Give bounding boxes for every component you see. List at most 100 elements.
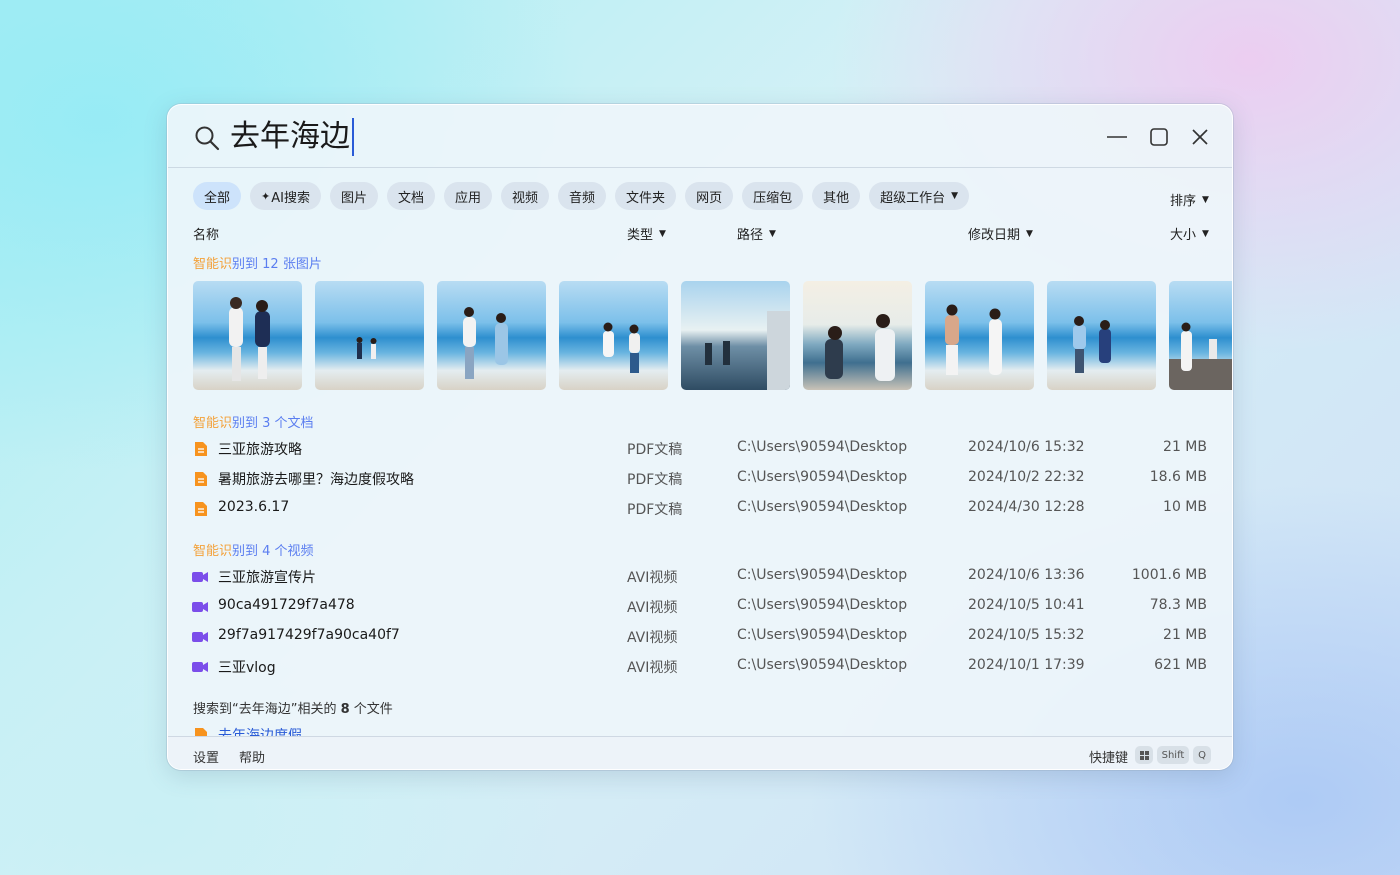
documents-section-title: 智能识别到 3 个文档 [193, 416, 314, 431]
file-name: 三亚旅游攻略 [218, 442, 302, 458]
file-path: C:\Users\90594\Desktop [737, 469, 908, 485]
minimize-icon [1107, 136, 1127, 138]
text-caret [352, 118, 354, 156]
settings-link[interactable]: 设置 [193, 747, 219, 766]
minimize-button[interactable] [1103, 123, 1131, 151]
images-section-title: 智能识别到 12 张图片 [193, 257, 322, 272]
document-icon [195, 472, 207, 486]
file-size: 21 MB [1163, 439, 1207, 455]
sort-dropdown[interactable]: 排序 ▼ [1170, 190, 1209, 209]
file-type: PDF文稿 [627, 502, 683, 518]
search-window: 去年海边 全部 ✦ AI搜索 图片 文档 应用 视频 音频 文件夹 网页 压缩包 … [167, 104, 1233, 770]
image-thumbnail[interactable] [559, 281, 668, 390]
document-row[interactable]: 三亚旅游攻略 PDF文稿 C:\Users\90594\Desktop 2024… [168, 434, 1232, 464]
caret-down-icon: ▼ [1026, 228, 1033, 239]
file-name: 2023.6.17 [218, 499, 290, 515]
column-size[interactable]: 大小 ▼ [1170, 224, 1209, 243]
column-path[interactable]: 路径 ▼ [737, 224, 776, 243]
file-name: 三亚旅游宣传片 [218, 570, 316, 586]
video-row[interactable]: 29f7a917429f7a90ca40f7 AVI视频 C:\Users\90… [168, 622, 1232, 652]
filter-images[interactable]: 图片 [329, 182, 378, 210]
file-name: 三亚vlog [218, 660, 276, 676]
column-date[interactable]: 修改日期 ▼ [968, 224, 1033, 243]
filter-archives[interactable]: 压缩包 [742, 182, 804, 210]
caret-down-icon: ▼ [659, 228, 666, 239]
filter-apps[interactable]: 应用 [444, 182, 493, 210]
document-icon [195, 728, 207, 736]
document-row[interactable]: 2023.6.17 PDF文稿 C:\Users\90594\Desktop 2… [168, 494, 1232, 524]
image-thumbnail[interactable] [1047, 281, 1156, 390]
document-row[interactable]: 暑期旅游去哪里？海边度假攻略 PDF文稿 C:\Users\90594\Desk… [168, 464, 1232, 494]
filter-super-workbench[interactable]: 超级工作台 ▼ [869, 182, 970, 210]
filter-videos[interactable]: 视频 [501, 182, 550, 210]
image-thumbnails [193, 281, 1232, 391]
file-path: C:\Users\90594\Desktop [737, 567, 908, 583]
file-name: 29f7a917429f7a90ca40f7 [218, 627, 400, 643]
maximize-icon [1150, 128, 1168, 146]
image-thumbnail[interactable] [925, 281, 1034, 390]
document-icon [195, 442, 207, 456]
image-thumbnail[interactable] [315, 281, 424, 390]
image-thumbnail[interactable] [437, 281, 546, 390]
file-size: 1001.6 MB [1131, 567, 1207, 583]
caret-down-icon: ▼ [1202, 228, 1209, 239]
filter-bar: 全部 ✦ AI搜索 图片 文档 应用 视频 音频 文件夹 网页 压缩包 其他 超级… [193, 182, 970, 210]
document-icon [195, 502, 207, 516]
file-size: 18.6 MB [1149, 469, 1207, 485]
file-date: 2024/4/30 12:28 [968, 499, 1085, 515]
file-path: C:\Users\90594\Desktop [737, 627, 908, 643]
column-type[interactable]: 类型 ▼ [627, 224, 666, 243]
filter-all[interactable]: 全部 [193, 182, 242, 210]
maximize-button[interactable] [1145, 123, 1173, 151]
video-row[interactable]: 三亚vlog AVI视频 C:\Users\90594\Desktop 2024… [168, 652, 1232, 682]
search-input[interactable]: 去年海边 [230, 117, 354, 157]
video-row[interactable]: 90ca491729f7a478 AVI视频 C:\Users\90594\De… [168, 592, 1232, 622]
video-icon [192, 572, 208, 582]
filter-folders[interactable]: 文件夹 [615, 182, 677, 210]
file-type: AVI视频 [627, 600, 678, 616]
video-icon [192, 662, 208, 672]
related-files-title: 搜索到“去年海边”相关的 8 个文件 [193, 702, 393, 717]
filter-documents[interactable]: 文档 [386, 182, 435, 210]
file-type: PDF文稿 [627, 442, 683, 458]
file-date: 2024/10/2 22:32 [968, 469, 1085, 485]
q-key: Q [1193, 746, 1211, 764]
column-name[interactable]: 名称 [193, 224, 219, 243]
file-date: 2024/10/5 10:41 [968, 597, 1085, 613]
image-thumbnail[interactable] [193, 281, 302, 390]
windows-key-icon [1135, 746, 1153, 764]
file-path: C:\Users\90594\Desktop [737, 499, 908, 515]
filter-ai-search[interactable]: ✦ AI搜索 [250, 182, 321, 210]
file-date: 2024/10/5 15:32 [968, 627, 1085, 643]
help-link[interactable]: 帮助 [239, 747, 265, 766]
related-file-row[interactable]: 去年海边度假 [168, 720, 1232, 736]
file-date: 2024/10/6 13:36 [968, 567, 1085, 583]
close-icon [1192, 129, 1208, 145]
filter-web[interactable]: 网页 [685, 182, 734, 210]
footer-bar: 设置 帮助 快捷键 Shift Q [168, 736, 1232, 769]
file-name: 90ca491729f7a478 [218, 597, 355, 613]
file-size: 78.3 MB [1149, 597, 1207, 613]
filter-audio[interactable]: 音频 [558, 182, 607, 210]
file-type: AVI视频 [627, 660, 678, 676]
search-query: 去年海边 [230, 119, 350, 154]
video-icon [192, 602, 208, 612]
file-name: 暑期旅游去哪里？海边度假攻略 [218, 472, 414, 488]
file-name: 去年海边度假 [218, 728, 302, 736]
close-button[interactable] [1186, 123, 1214, 151]
video-row[interactable]: 三亚旅游宣传片 AVI视频 C:\Users\90594\Desktop 202… [168, 562, 1232, 592]
file-path: C:\Users\90594\Desktop [737, 657, 908, 673]
image-thumbnail[interactable] [681, 281, 790, 390]
file-path: C:\Users\90594\Desktop [737, 597, 908, 613]
video-icon [192, 632, 208, 642]
filter-other[interactable]: 其他 [812, 182, 861, 210]
search-icon [195, 126, 220, 151]
videos-section-title: 智能识别到 4 个视频 [193, 544, 314, 559]
image-thumbnail[interactable] [1169, 281, 1232, 390]
shift-key: Shift [1157, 746, 1189, 764]
shortcut-label: 快捷键 [1089, 751, 1129, 766]
caret-down-icon: ▼ [1202, 194, 1209, 205]
image-thumbnail[interactable] [803, 281, 912, 390]
sparkle-icon: ✦ [261, 189, 271, 203]
file-size: 10 MB [1163, 499, 1207, 515]
